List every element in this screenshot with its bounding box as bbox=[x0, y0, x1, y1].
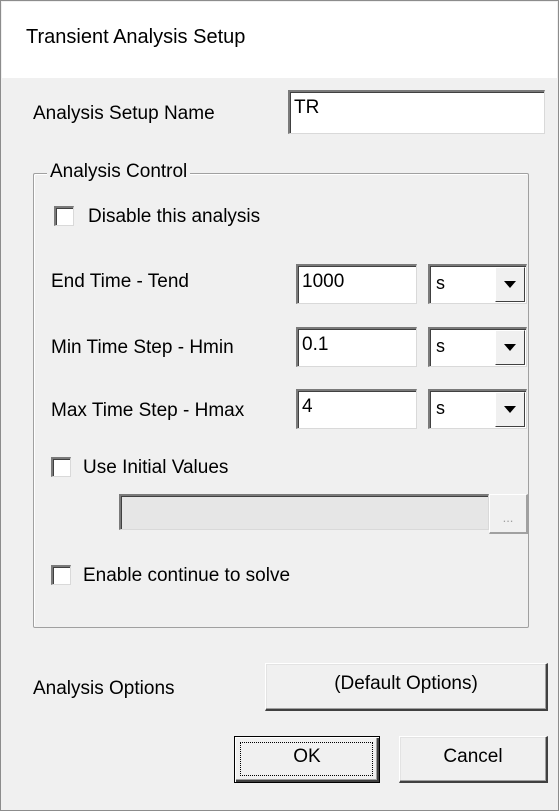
max-step-label: Max Time Step - Hmax bbox=[51, 400, 245, 421]
setup-name-input[interactable]: TR bbox=[288, 90, 545, 134]
default-options-button[interactable]: (Default Options) bbox=[265, 663, 548, 711]
chevron-down-icon[interactable] bbox=[495, 330, 525, 365]
title-bar: Transient Analysis Setup bbox=[2, 2, 557, 78]
disable-analysis-checkbox[interactable] bbox=[54, 206, 74, 226]
min-step-label: Min Time Step - Hmin bbox=[51, 337, 234, 358]
cancel-label: Cancel bbox=[443, 746, 503, 767]
end-time-label: End Time - Tend bbox=[51, 271, 190, 292]
min-step-unit-value: s bbox=[436, 336, 445, 356]
end-time-unit-select[interactable]: s bbox=[428, 264, 527, 304]
continue-solve-label: Enable continue to solve bbox=[83, 565, 291, 586]
end-time-unit-value: s bbox=[436, 273, 445, 293]
min-step-unit-select[interactable]: s bbox=[428, 327, 527, 367]
use-initial-values-checkbox[interactable] bbox=[51, 457, 71, 477]
disable-analysis-label: Disable this analysis bbox=[88, 206, 261, 227]
window-title: Transient Analysis Setup bbox=[26, 26, 246, 48]
min-step-value: 0.1 bbox=[302, 334, 329, 355]
setup-name-label: Analysis Setup Name bbox=[33, 103, 215, 124]
max-step-input[interactable]: 4 bbox=[296, 389, 417, 429]
default-options-label: (Default Options) bbox=[334, 673, 478, 694]
initial-values-path-input bbox=[119, 494, 489, 530]
browse-ellipsis-label: ... bbox=[502, 510, 514, 525]
cancel-button[interactable]: Cancel bbox=[399, 736, 548, 783]
use-initial-values-label: Use Initial Values bbox=[83, 457, 229, 478]
analysis-control-legend: Analysis Control bbox=[47, 161, 191, 183]
end-time-value: 1000 bbox=[302, 271, 345, 292]
end-time-input[interactable]: 1000 bbox=[296, 264, 417, 304]
transient-analysis-dialog: Transient Analysis Setup Analysis Setup … bbox=[0, 0, 559, 811]
setup-name-value: TR bbox=[294, 97, 320, 118]
browse-initial-values-button: ... bbox=[489, 494, 528, 534]
ok-button[interactable]: OK bbox=[234, 736, 380, 783]
continue-solve-checkbox[interactable] bbox=[51, 565, 71, 585]
chevron-down-icon[interactable] bbox=[495, 392, 525, 427]
max-step-unit-select[interactable]: s bbox=[428, 389, 527, 429]
analysis-options-label: Analysis Options bbox=[33, 678, 175, 699]
max-step-value: 4 bbox=[302, 396, 313, 417]
chevron-down-icon[interactable] bbox=[495, 267, 525, 302]
ok-label: OK bbox=[293, 746, 321, 767]
max-step-unit-value: s bbox=[436, 398, 445, 418]
min-step-input[interactable]: 0.1 bbox=[296, 327, 417, 367]
